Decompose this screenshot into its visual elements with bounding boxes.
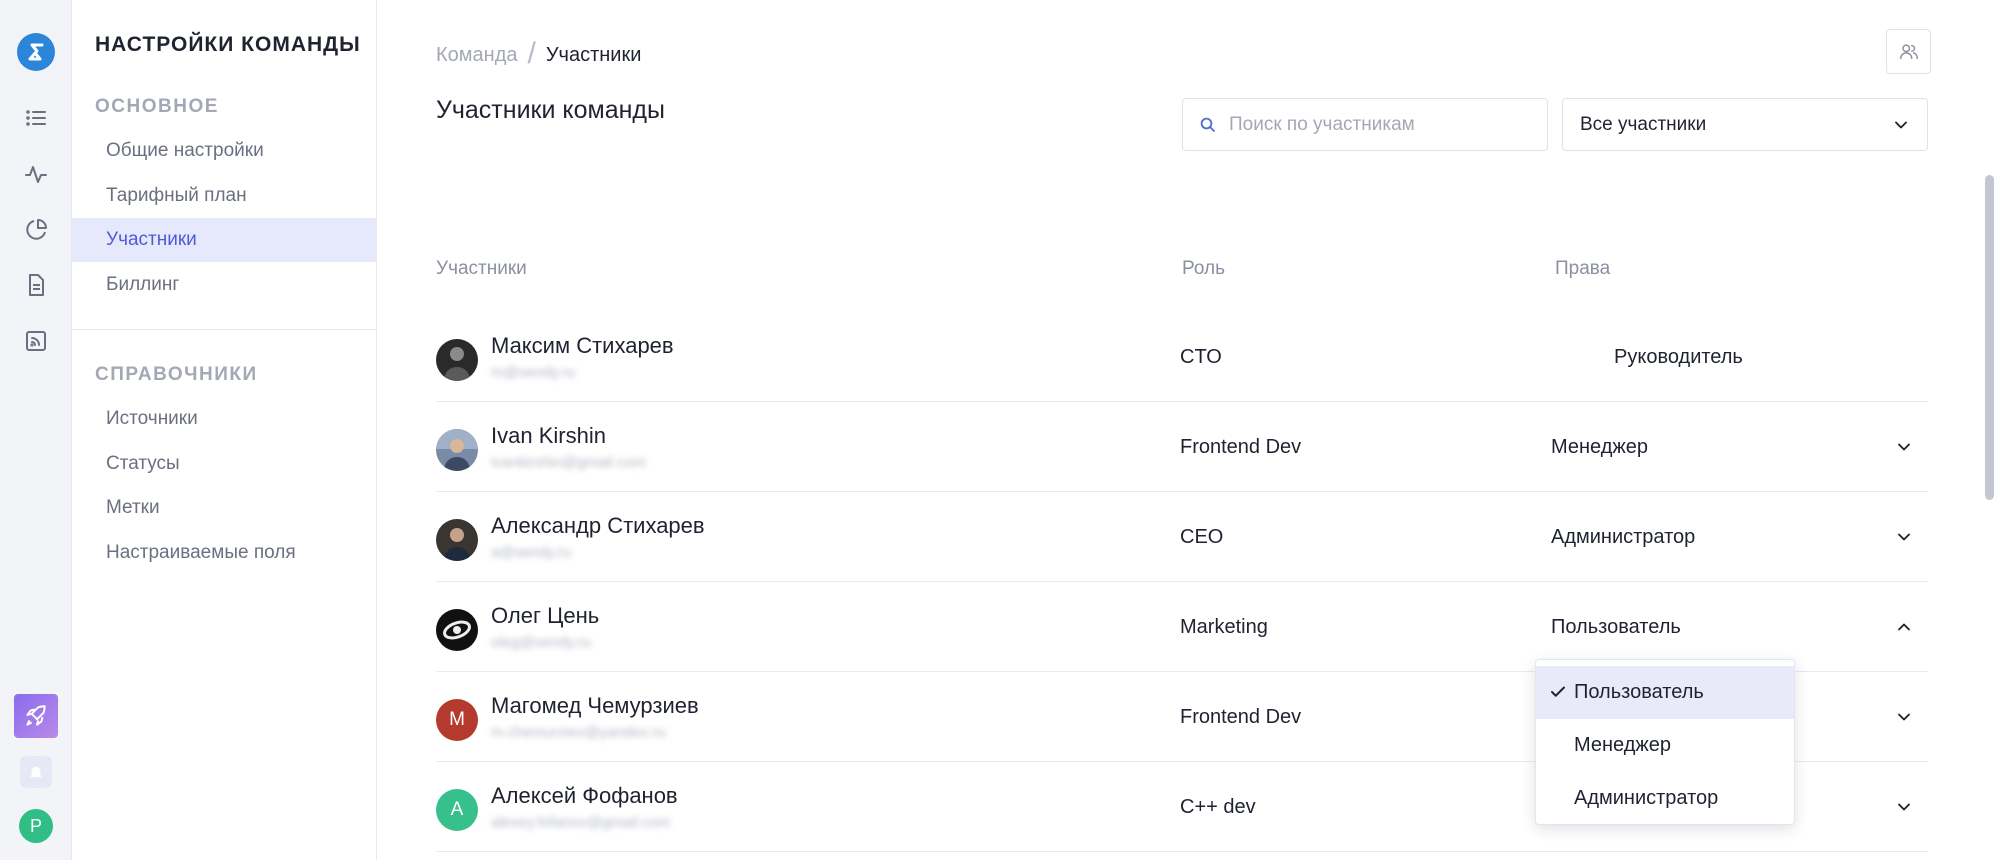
member-role: Frontend Dev (1180, 436, 1302, 458)
member-email: oleg@sendy.ru (491, 634, 592, 651)
member-role: CEO (1180, 526, 1224, 548)
rocket-icon[interactable] (14, 694, 58, 738)
member-search[interactable] (1182, 98, 1548, 151)
sidebar-divider (72, 329, 377, 330)
sidebar-title: НАСТРОЙКИ КОМАНДЫ (95, 33, 361, 56)
permission-option-label: Администратор (1574, 787, 1719, 809)
breadcrumb-team-link[interactable]: Команда (436, 44, 517, 67)
breadcrumb: Команда / Участники (436, 37, 642, 72)
bell-icon[interactable] (20, 756, 52, 788)
member-name: Магомед Чемурзиев (491, 693, 699, 718)
page-title: Участники команды (436, 96, 665, 124)
list-icon[interactable] (22, 104, 50, 132)
chevron-down-icon[interactable] (1891, 434, 1917, 460)
member-name: Алексей Фофанов (491, 783, 678, 808)
member-email: m.chemurziev@yandex.ru (491, 724, 666, 741)
breadcrumb-separator: / (527, 37, 536, 70)
sidebar-item-billing[interactable]: Биллинг (72, 263, 377, 307)
sidebar-item-statuses[interactable]: Статусы (72, 442, 377, 486)
sendpulse-logo-icon[interactable] (17, 33, 55, 71)
member-name: Олег Цень (491, 603, 600, 628)
column-header-members: Участники (436, 258, 527, 279)
invite-member-button[interactable] (1886, 29, 1931, 74)
chevron-down-icon[interactable] (1891, 524, 1917, 550)
table-row: Ivan Kirshin ivankirshin@gmail.com Front… (436, 402, 1928, 492)
member-avatar (436, 609, 478, 651)
chevron-down-icon[interactable] (1891, 794, 1917, 820)
member-avatar: А (436, 789, 478, 831)
member-role: CTO (1180, 346, 1222, 368)
member-name: Максим Стихарев (491, 333, 674, 358)
member-name: Александр Стихарев (491, 513, 705, 538)
page-scrollbar[interactable] (1985, 175, 1994, 500)
member-email: ivankirshin@gmail.com (491, 454, 646, 471)
member-role: Frontend Dev (1180, 706, 1302, 728)
sidebar-item-custom-fields[interactable]: Настраиваемые поля (72, 531, 377, 575)
member-avatar (436, 519, 478, 561)
table-row: Александр Стихарев a@sendy.ru CEO Админи… (436, 492, 1928, 582)
search-icon (1200, 117, 1215, 132)
check-icon (1551, 686, 1565, 697)
member-permission: Руководитель (1614, 346, 1743, 368)
user-avatar[interactable]: P (19, 809, 53, 843)
settings-sidebar: НАСТРОЙКИ КОМАНДЫ ОСНОВНОЕ Общие настрой… (72, 0, 377, 860)
pulse-icon[interactable] (22, 160, 50, 188)
member-name: Ivan Kirshin (491, 423, 606, 448)
permission-dropdown-menu: Пользователь Менеджер Администратор (1535, 659, 1795, 825)
chevron-down-icon (1895, 121, 1907, 128)
permission-option-user[interactable]: Пользователь (1536, 666, 1794, 719)
member-avatar (436, 429, 478, 471)
permission-option-label: Менеджер (1574, 734, 1672, 756)
member-avatar (436, 339, 478, 381)
permission-option-manager[interactable]: Менеджер (1536, 719, 1794, 772)
column-header-permissions: Права (1555, 258, 1611, 279)
member-role: C++ dev (1180, 796, 1256, 818)
filter-value: Все участники (1580, 113, 1707, 135)
member-email: m@sendy.ru (491, 364, 576, 381)
sidebar-item-members[interactable]: Участники (72, 218, 377, 262)
sidebar-item-sources[interactable]: Источники (72, 397, 377, 441)
permission-option-label: Пользователь (1574, 681, 1704, 703)
member-permission[interactable]: Менеджер (1551, 436, 1648, 459)
sidebar-item-tags[interactable]: Метки (72, 486, 377, 530)
member-role: Marketing (1180, 616, 1268, 638)
member-avatar: М (436, 699, 478, 741)
rss-icon[interactable] (22, 327, 50, 355)
icon-rail: P (0, 0, 72, 860)
pie-chart-icon[interactable] (22, 216, 50, 244)
table-row: Максим Стихарев m@sendy.ru CTO Руководит… (436, 312, 1928, 402)
member-email: alexey.fofanov@gmail.com (491, 814, 671, 831)
column-header-role: Роль (1182, 258, 1225, 279)
breadcrumb-current: Участники (545, 43, 642, 66)
member-email: a@sendy.ru (491, 544, 571, 561)
document-icon[interactable] (22, 271, 50, 299)
section-main-heading: ОСНОВНОЕ (95, 96, 219, 117)
members-filter-select[interactable]: Все участники (1562, 98, 1928, 151)
member-permission[interactable]: Пользователь (1551, 616, 1681, 639)
chevron-down-icon[interactable] (1891, 704, 1917, 730)
sidebar-item-general[interactable]: Общие настройки (72, 129, 377, 173)
chevron-up-icon[interactable] (1891, 614, 1917, 640)
search-input[interactable] (1229, 113, 1529, 136)
section-refs-heading: СПРАВОЧНИКИ (95, 364, 258, 385)
users-icon (1899, 43, 1918, 59)
sidebar-item-plan[interactable]: Тарифный план (72, 174, 377, 218)
member-permission[interactable]: Администратор (1551, 526, 1695, 549)
permission-option-admin[interactable]: Администратор (1536, 772, 1794, 825)
